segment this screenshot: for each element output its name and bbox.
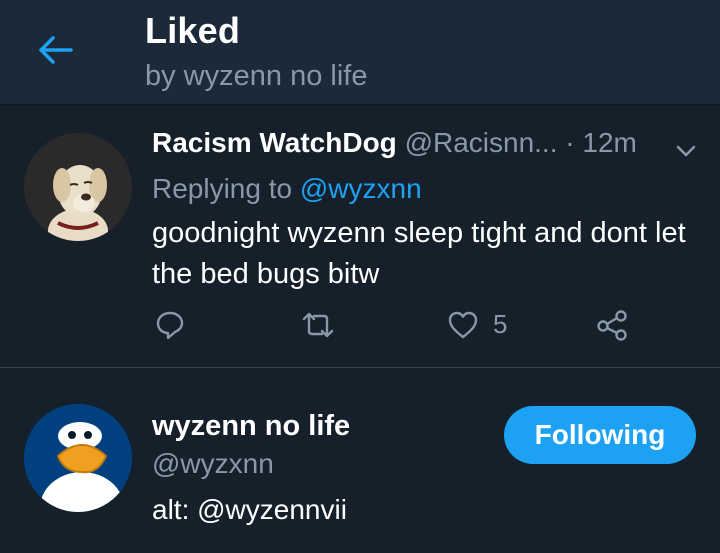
header-bar: Liked by wyzenn no life — [0, 0, 720, 105]
section-divider — [0, 367, 720, 380]
retweet-button[interactable] — [300, 309, 336, 341]
user-handle[interactable]: @wyzxnn — [152, 448, 274, 480]
tweet-actions: 5 — [0, 305, 720, 355]
user-bio: alt: @wyzennvii — [152, 494, 347, 525]
tweet-author-avatar[interactable] — [24, 133, 132, 241]
back-button[interactable] — [34, 30, 76, 70]
tweet-text: goodnight wyzenn sleep tight and dont le… — [152, 217, 686, 290]
replying-to: Replying to @wyzxnn — [152, 173, 422, 205]
heart-icon — [448, 311, 478, 338]
user-avatar[interactable] — [24, 404, 132, 512]
penguin-avatar-image — [24, 404, 132, 512]
dog-avatar-image — [24, 133, 132, 241]
tweet[interactable]: Racism WatchDog @Racisnn... · 12m Replyi… — [0, 105, 720, 367]
share-icon — [597, 310, 627, 341]
reply-icon — [156, 311, 184, 340]
like-button[interactable]: 5 — [447, 309, 507, 340]
tweet-author-name[interactable]: Racism WatchDog — [152, 127, 397, 158]
tweet-separator: · — [565, 127, 575, 158]
arrow-left-icon — [39, 36, 73, 64]
chevron-down-icon — [676, 145, 696, 157]
like-count: 5 — [493, 309, 508, 339]
replying-to-label: Replying to — [152, 173, 293, 204]
page-subtitle: by wyzenn no life — [145, 60, 368, 92]
replying-to-mention[interactable]: @wyzxnn — [300, 173, 422, 204]
share-button[interactable] — [595, 309, 629, 341]
tweet-header: Racism WatchDog @Racisnn... · 12m — [152, 127, 652, 159]
tweet-timestamp[interactable]: 12m — [582, 127, 636, 158]
user-name[interactable]: wyzenn no life — [152, 410, 350, 443]
page-title: Liked — [145, 10, 241, 51]
following-button[interactable]: Following — [504, 406, 696, 464]
user-cell[interactable]: wyzenn no life @wyzxnn alt: @wyzennvii F… — [0, 380, 720, 553]
tweet-author-handle[interactable]: @Racisnn... — [405, 127, 558, 158]
tweet-menu-button[interactable] — [672, 139, 700, 163]
retweet-icon — [302, 312, 334, 338]
reply-button[interactable] — [154, 309, 186, 341]
